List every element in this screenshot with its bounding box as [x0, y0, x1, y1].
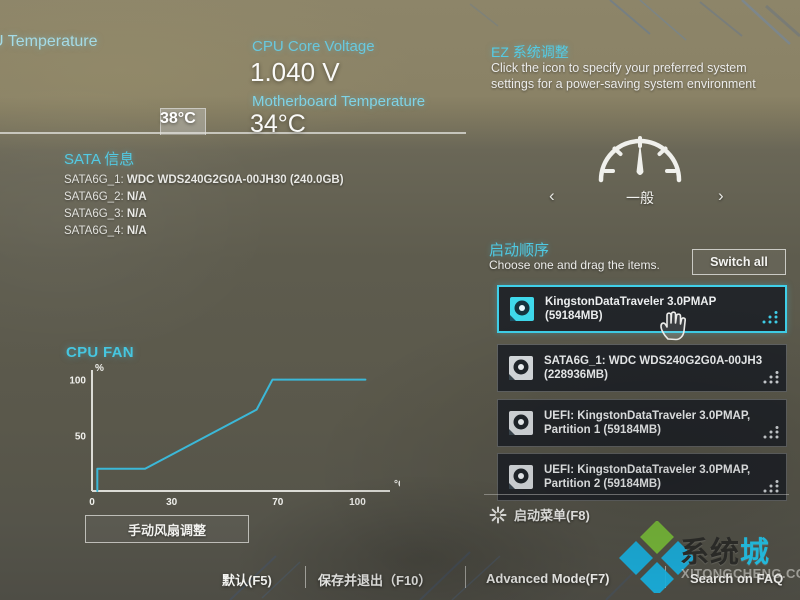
motherboard-temperature-label: Motherboard Temperature — [252, 93, 426, 110]
chevron-right-icon[interactable]: › — [718, 186, 724, 206]
hard-drive-icon — [509, 465, 533, 489]
sata-row-value: WDC WDS240G2G0A-00JH30 (240.0GB) — [126, 174, 344, 186]
watermark-url: XITONGCHENG.COM — [681, 566, 800, 581]
ez-system-tuning-description: Click the icon to specify your preferred… — [491, 61, 756, 91]
sata-row: SATA6G_1: WDC WDS240G2G0A-00JH30 (240.0G… — [64, 174, 344, 186]
chevron-left-icon[interactable]: ‹ — [549, 186, 555, 206]
advanced-mode-f7-button[interactable]: Advanced Mode(F7) — [486, 571, 610, 586]
svg-text:100: 100 — [349, 497, 366, 508]
save-and-exit-f10-button[interactable]: 保存并退出（F10） — [318, 570, 431, 589]
default-f5-button[interactable]: 默认(F5) — [222, 570, 272, 589]
cpu-fan-panel: CPU FAN 50 100% 0 30 70 100 °C — [56, 344, 400, 519]
boot-item-0[interactable]: KingstonDataTraveler 3.0PMAP (59184MB) — [497, 285, 787, 341]
boot-item-line1: SATA6G_1: WDC WDS240G2G0A-00JH3 — [544, 355, 763, 367]
boot-item-line1: UEFI: KingstonDataTraveler 3.0PMAP, — [544, 410, 751, 422]
manual-fan-tuning-label: 手动风扇调整 — [127, 522, 206, 538]
svg-text:50: 50 — [75, 431, 87, 442]
gauge-icon[interactable] — [594, 124, 686, 186]
boot-item-text: KingstonDataTraveler 3.0PMAP (59184MB) — [545, 295, 716, 323]
switch-all-label: Switch all — [710, 255, 768, 269]
boot-item-text: SATA6G_1: WDC WDS240G2G0A-00JH3 (228936M… — [544, 354, 762, 382]
boot-item-line2: Partition 2 (59184MB) — [544, 478, 661, 490]
sata-row: SATA6G_2: N/A — [64, 191, 344, 203]
cpu-fan-curve-chart[interactable]: 50 100% 0 30 70 100 °C — [56, 362, 400, 519]
cpu-temperature-value: 38°C — [160, 110, 196, 127]
sata-row-key: SATA6G_3: — [64, 208, 124, 220]
bottom-bar-separator — [305, 566, 306, 588]
boot-item-text: UEFI: KingstonDataTraveler 3.0PMAP, Part… — [544, 463, 750, 491]
boot-priority-title: 启动顺序 — [489, 242, 550, 259]
boot-item-1[interactable]: SATA6G_1: WDC WDS240G2G0A-00JH3 (228936M… — [497, 344, 787, 392]
cpu-core-voltage-label: CPU Core Voltage — [252, 38, 375, 55]
sata-row-key: SATA6G_1: — [64, 174, 124, 186]
boot-item-line1: UEFI: KingstonDataTraveler 3.0PMAP, — [544, 464, 751, 476]
bios-ez-mode-screen: U Temperature 38°C CPU Core Voltage 1.04… — [0, 0, 800, 600]
sata-row-value: N/A — [126, 191, 147, 203]
hard-drive-icon — [509, 356, 533, 380]
ez-system-tuning-title: EZ 系统调整 — [491, 44, 569, 60]
cpu-fan-title: CPU FAN — [66, 344, 134, 361]
manual-fan-tuning-button[interactable]: 手动风扇调整 — [85, 515, 249, 543]
boot-item-line1: KingstonDataTraveler 3.0PMAP — [545, 296, 717, 308]
sata-information-block: SATA 信息 SATA6G_1: WDC WDS240G2G0A-00JH30… — [64, 148, 344, 237]
motherboard-temperature-value: 34°C — [250, 110, 306, 138]
boot-section-divider — [484, 494, 789, 495]
boot-item-line2: (228936MB) — [544, 369, 608, 381]
boot-item-text: UEFI: KingstonDataTraveler 3.0PMAP, Part… — [544, 409, 750, 437]
boot-menu-button[interactable]: 启动菜单(F8) — [489, 505, 590, 524]
boot-item-line2: Partition 1 (59184MB) — [544, 424, 661, 436]
bottom-bar-separator — [465, 566, 466, 588]
sata-row: SATA6G_4: N/A — [64, 225, 344, 237]
drag-handle-icon[interactable] — [763, 426, 779, 439]
boot-item-2[interactable]: UEFI: KingstonDataTraveler 3.0PMAP, Part… — [497, 399, 787, 447]
boot-item-line2: (59184MB) — [545, 310, 603, 322]
drag-handle-icon[interactable] — [763, 371, 779, 384]
sata-row-value: N/A — [126, 225, 147, 237]
sata-row-value: N/A — [126, 208, 147, 220]
sata-information-title: SATA 信息 — [64, 151, 135, 168]
drag-handle-icon[interactable] — [762, 311, 778, 324]
svg-text:100: 100 — [69, 376, 86, 387]
switch-all-button[interactable]: Switch all — [692, 249, 786, 275]
sata-row-key: SATA6G_2: — [64, 191, 124, 203]
boot-menu-label: 启动菜单(F8) — [514, 508, 590, 523]
svg-text:30: 30 — [166, 497, 178, 508]
ez-system-tuning-mode: 一般 — [626, 190, 654, 206]
watermark-brand-plain: 系统 — [680, 537, 741, 569]
cpu-core-voltage-value: 1.040 V — [250, 57, 340, 87]
hard-drive-icon — [509, 411, 533, 435]
sata-row-key: SATA6G_4: — [64, 225, 124, 237]
sata-row: SATA6G_3: N/A — [64, 208, 344, 220]
svg-text:0: 0 — [89, 497, 95, 508]
mouse-cursor-hand-icon — [660, 311, 686, 341]
svg-text:70: 70 — [272, 497, 284, 508]
starburst-icon — [489, 506, 507, 523]
drag-handle-icon[interactable] — [763, 480, 779, 493]
usb-drive-icon — [510, 297, 534, 321]
svg-text:°C: °C — [394, 479, 400, 490]
temperature-divider — [0, 132, 466, 134]
boot-priority-subtitle: Choose one and drag the items. — [489, 258, 660, 272]
svg-text:%: % — [95, 363, 104, 374]
watermark-brand: 系统城 — [680, 529, 770, 571]
cpu-temperature-label: U Temperature — [0, 33, 98, 50]
watermark-brand-highlight: 城 — [740, 537, 771, 569]
